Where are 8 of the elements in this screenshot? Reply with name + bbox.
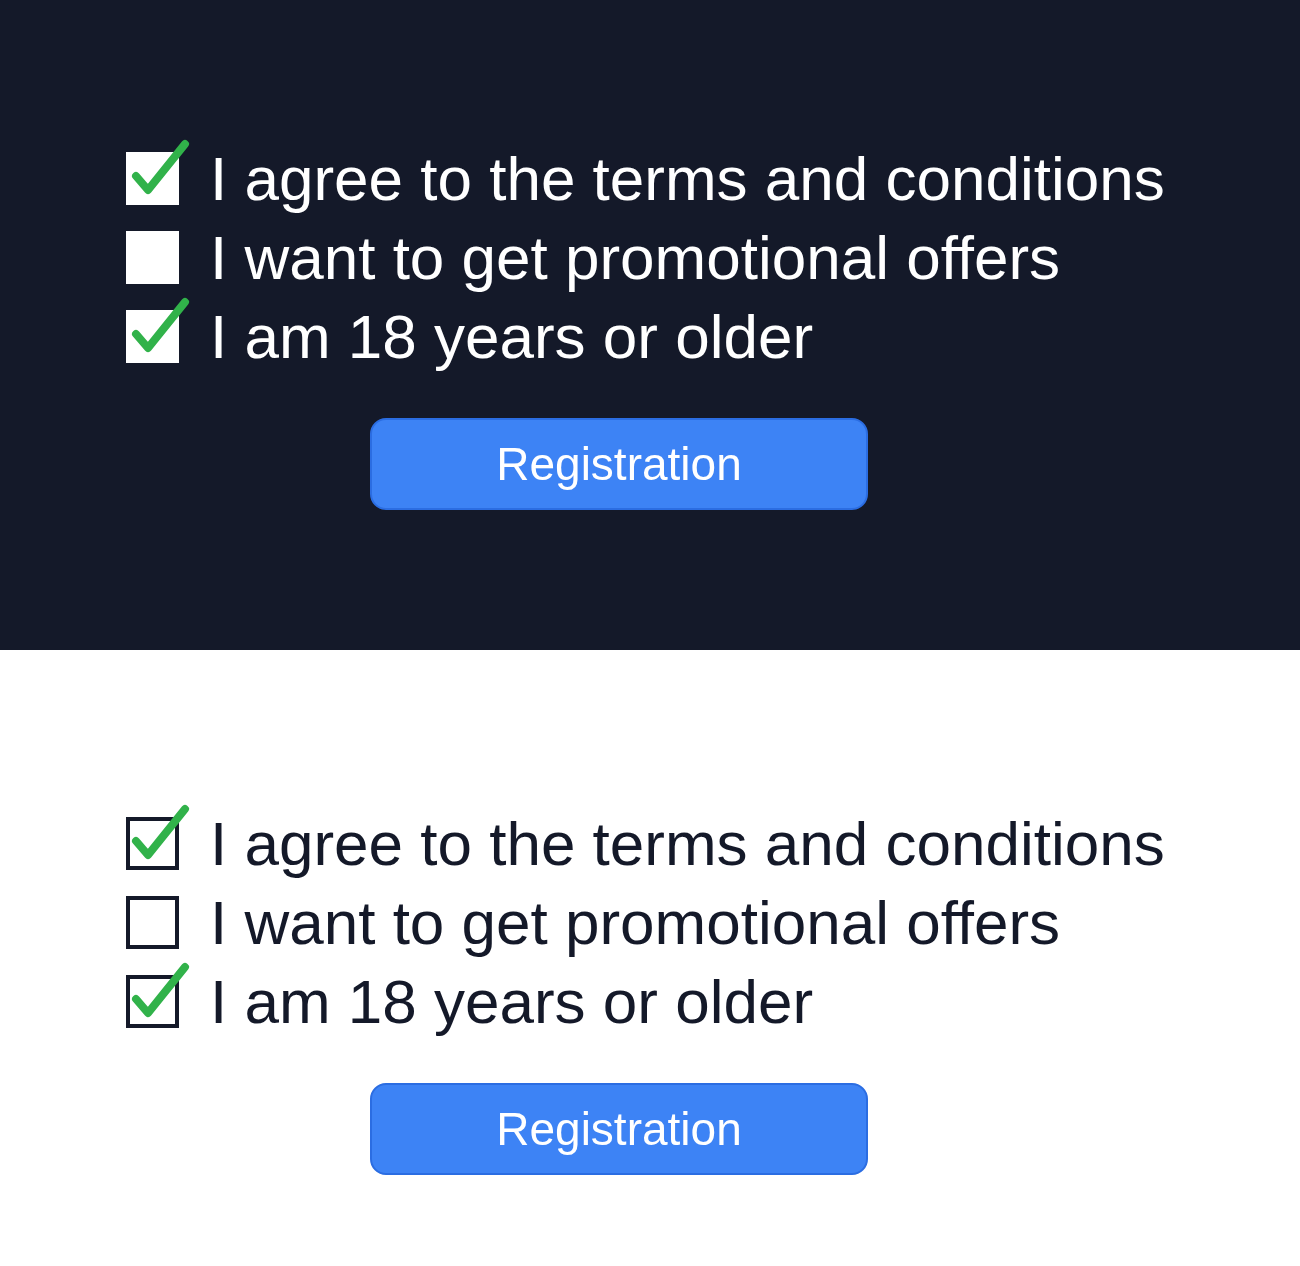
checkbox[interactable] (126, 231, 179, 284)
checkbox[interactable] (126, 962, 190, 1028)
checkbox[interactable] (126, 139, 190, 205)
registration-button[interactable]: Registration (370, 418, 868, 510)
checkbox[interactable] (126, 804, 190, 870)
checkbox[interactable] (126, 297, 190, 363)
registration-button[interactable]: Registration (370, 1083, 868, 1175)
checkbox[interactable] (126, 896, 179, 949)
